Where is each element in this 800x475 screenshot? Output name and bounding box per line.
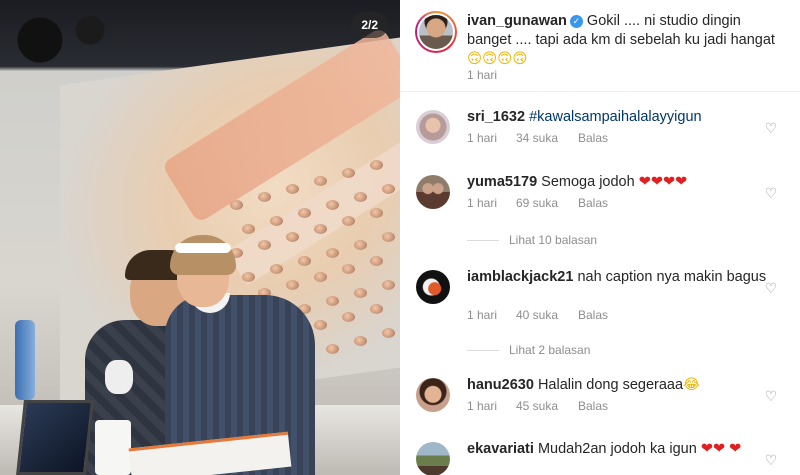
water-bottle — [15, 320, 35, 400]
backdrop-dot — [258, 192, 271, 202]
heart-outline-icon[interactable]: ♡ — [764, 282, 778, 296]
reply-button[interactable]: Balas — [578, 399, 608, 413]
backdrop-dot — [286, 184, 299, 194]
comment-timestamp[interactable]: 1 hari — [467, 399, 516, 413]
avatar[interactable] — [416, 378, 450, 412]
backdrop-dot — [314, 224, 327, 234]
backdrop-dot — [326, 248, 339, 258]
laptop — [16, 400, 94, 475]
backdrop-dot — [230, 200, 243, 210]
comment-timestamp[interactable]: 1 hari — [467, 308, 516, 322]
comments-panel: ivan_gunawan ✓ Gokil .... ni studio dingin… — [400, 0, 800, 475]
replies-divider — [467, 349, 499, 351]
comment-text: Halalin dong segeraaa — [537, 377, 684, 393]
heart-outline-icon[interactable]: ♡ — [764, 122, 778, 136]
comment-username[interactable]: iamblackjack21 — [467, 269, 573, 285]
backdrop-dot — [370, 304, 383, 314]
comment-text: nah caption nya makin bagus — [577, 269, 767, 285]
reply-button[interactable]: Balas — [578, 196, 608, 210]
reply-button[interactable]: Balas — [578, 131, 608, 145]
backdrop-dot — [382, 280, 395, 290]
heart-outline-icon[interactable]: ♡ — [764, 390, 778, 404]
backdrop-dot — [342, 168, 355, 178]
reply-button[interactable]: Balas — [578, 308, 608, 322]
backdrop-dot — [342, 264, 355, 274]
backdrop-dot — [370, 160, 383, 170]
avatar[interactable] — [415, 11, 457, 53]
backdrop-dot — [242, 224, 255, 234]
caption: ivan_gunawan ✓ Gokil .... ni studio dingin… — [400, 0, 800, 92]
heart-outline-icon[interactable]: ♡ — [764, 187, 778, 201]
backdrop-dot — [314, 272, 327, 282]
verified-badge-icon: ✓ — [569, 15, 583, 28]
avatar[interactable] — [416, 110, 450, 144]
view-replies-label[interactable]: Lihat 2 balasan — [509, 343, 590, 357]
hashtag-link[interactable]: #kawalsampaihalalayyigun — [529, 109, 702, 125]
avatar[interactable] — [416, 442, 450, 475]
backdrop-dot — [382, 184, 395, 194]
comment-username[interactable]: yuma5179 — [467, 174, 537, 190]
comment-username[interactable]: ekavariati — [467, 441, 534, 457]
red-heart-emoji: ❤❤❤❤ — [638, 174, 688, 190]
avatar[interactable] — [416, 175, 450, 209]
backdrop-dot — [326, 200, 339, 210]
backdrop-dot — [382, 232, 395, 242]
backdrop-dot — [382, 328, 395, 338]
comment-like-count[interactable]: 34 suka — [516, 131, 578, 145]
replies-divider — [467, 239, 499, 241]
backdrop-dot — [326, 344, 339, 354]
comment-like-count[interactable]: 45 suka — [516, 399, 578, 413]
red-heart-emoji: ❤ — [729, 441, 742, 457]
post-photo[interactable]: 2/2 — [0, 0, 400, 475]
backdrop-dot — [342, 216, 355, 226]
comment-like-count[interactable]: 69 suka — [516, 196, 578, 210]
image-counter: 2/2 — [351, 12, 388, 38]
backdrop-dot — [370, 208, 383, 218]
view-replies-label[interactable]: Lihat 10 balasan — [509, 233, 597, 247]
view-replies-button[interactable]: Lihat 2 balasan — [467, 343, 590, 357]
comment-text: Mudah2an jodoh ka igun — [537, 441, 697, 457]
upside-down-face-emoji: 🙃🙃🙃🙃 — [467, 51, 528, 67]
backdrop-dot — [314, 320, 327, 330]
avatar[interactable] — [416, 270, 450, 304]
view-replies-button[interactable]: Lihat 10 balasan — [467, 233, 597, 247]
comment-username[interactable]: sri_1632 — [467, 109, 525, 125]
backdrop-dot — [354, 336, 367, 346]
backdrop-dot — [354, 288, 367, 298]
backdrop-dot — [354, 240, 367, 250]
comment-timestamp[interactable]: 1 hari — [467, 131, 516, 145]
caption-text: ivan_gunawan ✓ Gokil .... ni studio dingin… — [467, 12, 785, 69]
backdrop-dot — [270, 216, 283, 226]
comment-username[interactable]: hanu2630 — [467, 377, 534, 393]
mug — [95, 420, 131, 475]
backdrop-dot — [370, 256, 383, 266]
comment-like-count[interactable]: 40 suka — [516, 308, 578, 322]
backdrop-dot — [342, 312, 355, 322]
backdrop-dot — [314, 176, 327, 186]
heart-outline-icon[interactable]: ♡ — [764, 454, 778, 468]
comment-timestamp[interactable]: 1 hari — [467, 196, 516, 210]
backdrop-dot — [326, 296, 339, 306]
red-heart-emoji: ❤❤ — [700, 441, 726, 457]
caption-timestamp[interactable]: 1 hari — [467, 68, 497, 82]
tears-of-joy-emoji: 😂 — [683, 377, 700, 393]
caption-username[interactable]: ivan_gunawan — [467, 13, 567, 29]
comment-text: Semoga jodoh — [541, 174, 635, 190]
backdrop-dot — [354, 192, 367, 202]
backdrop-dot — [298, 208, 311, 218]
